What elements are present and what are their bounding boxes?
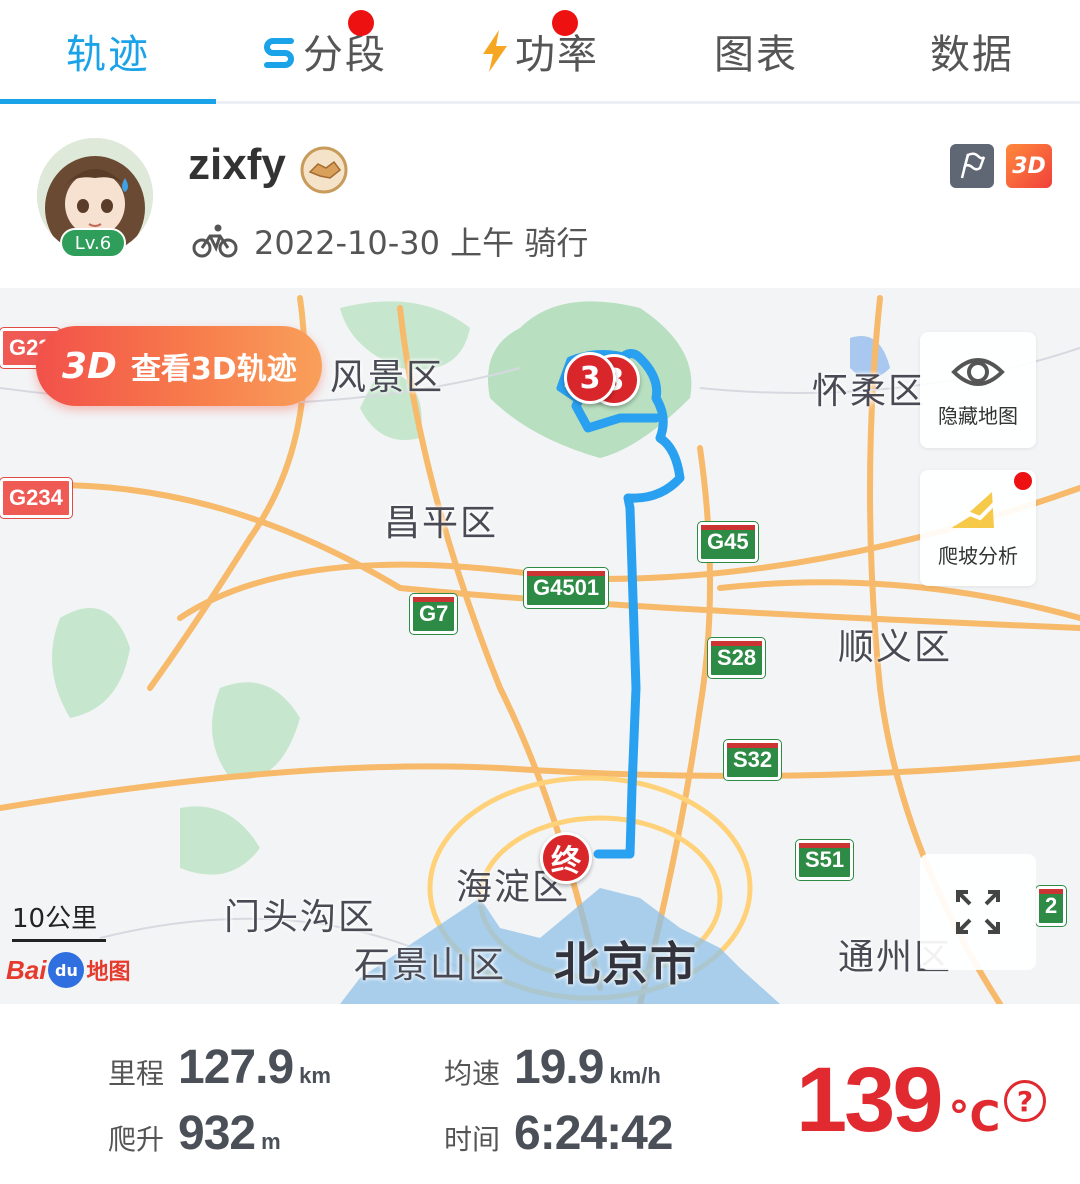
tab-data-label: 数据 bbox=[930, 31, 1014, 78]
highway-shield: S32 bbox=[724, 740, 782, 780]
route-start-pin[interactable]: 3 bbox=[564, 352, 616, 404]
climb-analysis-button[interactable]: 爬坡分析 bbox=[920, 470, 1036, 586]
stat-speed-value: 19.9 bbox=[514, 1041, 604, 1094]
tab-track[interactable]: 轨迹 bbox=[0, 0, 216, 104]
help-button[interactable]: ? bbox=[1004, 1080, 1046, 1122]
highway-shield: S51 bbox=[796, 840, 854, 880]
tab-data[interactable]: 数据 bbox=[864, 0, 1080, 101]
tab-segments[interactable]: 分段 bbox=[216, 0, 432, 101]
map-label-scenic: 风景区 bbox=[330, 357, 445, 398]
map-label-huairou: 怀柔区 bbox=[812, 371, 927, 412]
climb-analysis-label: 爬坡分析 bbox=[938, 543, 1018, 568]
map-label-mentougou: 门头沟区 bbox=[224, 897, 377, 938]
activity-stats: 里程 127.9 km 爬升 932 m 均速 19.9 km/h 时间 6:2… bbox=[0, 1004, 1080, 1184]
view-3d-track-label: 查看3D轨迹 bbox=[130, 352, 297, 387]
tab-track-label: 轨迹 bbox=[66, 31, 150, 78]
stat-climb-label: 爬升 bbox=[108, 1123, 165, 1156]
activity-header: Lv.6 zixfy 2022-10-30 上午 骑行 3D bbox=[0, 108, 1080, 288]
stat-time: 时间 6:24:42 bbox=[444, 1106, 673, 1161]
temperature-unit: °C bbox=[948, 1092, 1001, 1141]
tab-bar: 轨迹 分段 功率 图表 数据 bbox=[0, 0, 1080, 104]
3d-button[interactable]: 3D bbox=[1006, 144, 1052, 188]
stat-climb: 爬升 932 m bbox=[108, 1106, 281, 1161]
expand-icon bbox=[956, 890, 1000, 934]
segment-icon bbox=[261, 33, 297, 69]
route-end-pin[interactable]: 终 bbox=[540, 832, 592, 884]
stat-speed-label: 均速 bbox=[444, 1057, 501, 1090]
highway-shield: G4501 bbox=[524, 568, 609, 608]
baidu-logo-text: Bai bbox=[6, 954, 47, 985]
stat-climb-unit: m bbox=[261, 1129, 281, 1154]
share-flag-button[interactable] bbox=[950, 144, 994, 188]
3d-badge: 3D bbox=[62, 345, 117, 387]
tab-charts-label: 图表 bbox=[714, 31, 798, 78]
map-scale-label: 10公里 bbox=[12, 904, 98, 934]
map-scale: 10公里 bbox=[12, 898, 106, 942]
baidu-logo-map-text: 地图 bbox=[86, 960, 131, 985]
baidu-map-logo: Bai du 地图 bbox=[6, 952, 130, 988]
eye-icon bbox=[951, 357, 1005, 386]
highway-shield: G7 bbox=[410, 594, 458, 634]
flag-icon bbox=[960, 152, 986, 179]
stat-climb-value: 932 bbox=[178, 1107, 256, 1160]
notification-dot bbox=[552, 10, 578, 36]
stat-distance-value: 127.9 bbox=[178, 1041, 294, 1094]
climb-icon bbox=[952, 491, 1002, 528]
hide-map-button[interactable]: 隐藏地图 bbox=[920, 332, 1036, 448]
handshake-badge-icon bbox=[300, 146, 348, 194]
stat-distance-label: 里程 bbox=[108, 1057, 165, 1090]
activity-date: 2022-10-30 上午 骑行 bbox=[254, 224, 589, 262]
activity-meta: 2022-10-30 上午 骑行 bbox=[192, 218, 588, 264]
map-scale-bar bbox=[12, 939, 106, 942]
bicycle-icon bbox=[192, 224, 238, 258]
stat-distance: 里程 127.9 km bbox=[108, 1040, 331, 1095]
lightning-icon bbox=[481, 29, 509, 72]
map-label-beijing: 北京市 bbox=[554, 937, 698, 991]
stat-time-label: 时间 bbox=[444, 1123, 501, 1156]
tab-power[interactable]: 功率 bbox=[432, 0, 648, 101]
level-badge: Lv.6 bbox=[60, 228, 126, 258]
map-label-changping: 昌平区 bbox=[384, 503, 499, 544]
temperature-stat: 139 °C bbox=[796, 1048, 1000, 1153]
username[interactable]: zixfy bbox=[188, 140, 286, 190]
route-map[interactable]: 风景区 怀柔区 昌平区 顺义区 海淀区 门头沟区 石景山区 北京市 通州区 G4… bbox=[0, 288, 1080, 1004]
highway-shield: G234 bbox=[0, 478, 72, 518]
map-label-shunyi: 顺义区 bbox=[838, 627, 953, 668]
view-3d-track-button[interactable]: 3D 查看3D轨迹 bbox=[36, 326, 322, 406]
tab-segments-label: 分段 bbox=[303, 31, 387, 78]
stat-speed: 均速 19.9 km/h bbox=[444, 1040, 661, 1095]
highway-shield: 2 bbox=[1036, 886, 1067, 926]
stat-distance-unit: km bbox=[299, 1063, 331, 1088]
highway-shield: S28 bbox=[708, 638, 766, 678]
stat-speed-unit: km/h bbox=[609, 1063, 661, 1088]
map-label-shijingshan: 石景山区 bbox=[354, 945, 507, 986]
tab-charts[interactable]: 图表 bbox=[648, 0, 864, 101]
baidu-paw-icon: du bbox=[48, 952, 85, 988]
stat-time-value: 6:24:42 bbox=[514, 1107, 673, 1160]
notification-dot bbox=[348, 10, 374, 36]
hide-map-label: 隐藏地图 bbox=[938, 403, 1018, 428]
fullscreen-button[interactable] bbox=[920, 854, 1036, 970]
highway-shield: G45 bbox=[698, 522, 758, 562]
notification-dot bbox=[1014, 472, 1032, 490]
temperature-value: 139 bbox=[796, 1049, 943, 1151]
